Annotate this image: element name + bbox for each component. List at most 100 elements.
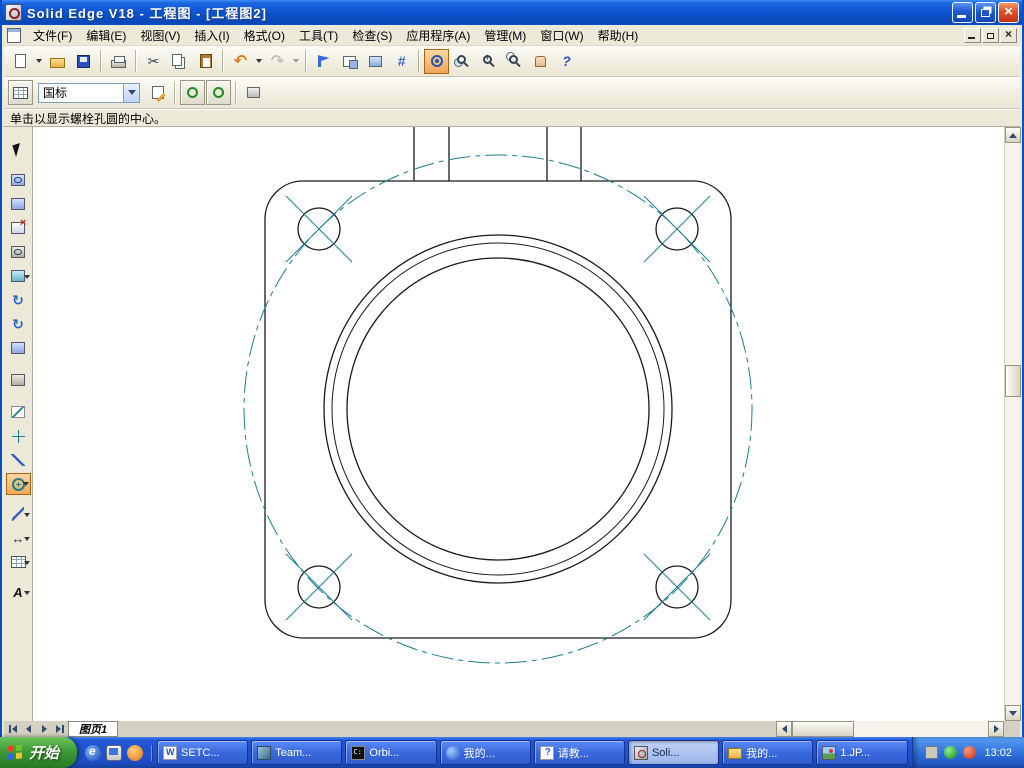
drawing-canvas[interactable] (33, 127, 1010, 721)
sheet-setup-button[interactable] (337, 49, 362, 74)
view-wizard-button[interactable] (6, 169, 31, 191)
center-mark-icon (11, 429, 25, 443)
context-help-button[interactable] (554, 49, 579, 74)
table-button[interactable] (8, 80, 33, 105)
bolt-circle-tool-button[interactable] (5, 473, 31, 495)
menu-edit[interactable]: 编辑(E) (79, 24, 133, 47)
scroll-down-button[interactable] (1005, 705, 1021, 721)
drawing-view-button[interactable] (6, 313, 31, 335)
redo-button[interactable] (265, 49, 290, 74)
menu-inspect[interactable]: 检查(S) (345, 24, 399, 47)
close-button[interactable] (998, 2, 1019, 23)
show-desktop-icon[interactable] (106, 744, 123, 761)
menu-file[interactable]: 文件(F) (26, 24, 79, 47)
scroll-left-button[interactable] (776, 721, 792, 737)
center-ring-button-1[interactable] (180, 80, 205, 105)
select-tool-button[interactable] (6, 139, 31, 161)
vertical-scroll-thumb[interactable] (1005, 365, 1021, 397)
undo-dropdown[interactable] (254, 50, 264, 72)
tray-icon-1[interactable] (925, 746, 939, 759)
internet-explorer-icon[interactable] (85, 744, 102, 761)
center-mark-button[interactable] (6, 425, 31, 447)
minimize-button[interactable] (952, 2, 973, 23)
first-sheet-button[interactable] (4, 721, 20, 737)
new-button[interactable] (8, 49, 33, 74)
last-sheet-button[interactable] (52, 721, 68, 737)
separator (305, 50, 307, 72)
open-button[interactable] (45, 49, 70, 74)
redo-dropdown[interactable] (291, 50, 301, 72)
cut-button[interactable] (141, 49, 166, 74)
combo-dropdown-button[interactable] (123, 83, 139, 102)
last-view-button[interactable] (311, 49, 336, 74)
prev-sheet-button[interactable] (20, 721, 36, 737)
background-sheet-button[interactable] (363, 49, 388, 74)
next-sheet-button[interactable] (36, 721, 52, 737)
principal-view-button[interactable] (6, 193, 31, 215)
menu-tools[interactable]: 工具(T) (292, 24, 345, 47)
fit-sheet-button[interactable] (502, 49, 527, 74)
mdi-minimize-button[interactable] (964, 27, 981, 43)
style-edit-button[interactable] (145, 80, 170, 105)
scroll-right-button[interactable] (988, 721, 1004, 737)
parts-list-button[interactable] (6, 369, 31, 391)
task-orbi[interactable]: Orbi... (345, 740, 437, 765)
copy-icon (171, 53, 182, 66)
task-team[interactable]: Team... (251, 740, 343, 765)
new-dropdown[interactable] (34, 50, 44, 72)
print-button[interactable] (106, 49, 131, 74)
save-button[interactable] (71, 49, 96, 74)
task-mydocs-2[interactable]: 我的... (722, 740, 814, 765)
paste-button[interactable] (193, 49, 218, 74)
mdi-close-button[interactable] (1000, 27, 1017, 43)
restore-button[interactable] (975, 2, 996, 23)
horizontal-scroll-thumb[interactable] (792, 721, 854, 737)
task-qingjiao[interactable]: 请教... (533, 740, 625, 765)
sheet-align-button[interactable] (6, 337, 31, 359)
undo-button[interactable] (228, 49, 253, 74)
start-button[interactable]: 开始 (0, 737, 78, 768)
tray-icon-3[interactable] (963, 746, 977, 759)
detail-view-button[interactable] (6, 241, 31, 263)
arrow-left-icon (25, 725, 31, 733)
zoom-in-button[interactable] (476, 49, 501, 74)
vertical-scrollbar[interactable] (1004, 127, 1021, 721)
connector-button[interactable] (6, 503, 31, 525)
update-views-button[interactable] (6, 289, 31, 311)
center-ring-button-2[interactable] (206, 80, 231, 105)
titlebar[interactable]: Solid Edge V18 - 工程图 - [工程图2] (2, 0, 1022, 25)
zoom-area-button[interactable] (450, 49, 475, 74)
dimension-style-combo[interactable]: 国标 (38, 82, 140, 103)
menu-help[interactable]: 帮助(H) (591, 24, 646, 47)
task-image[interactable]: 1.JP... (816, 740, 908, 765)
angle-line-button[interactable] (6, 449, 31, 471)
horizontal-scrollbar[interactable] (776, 721, 1004, 737)
mdi-restore-button[interactable] (982, 27, 999, 43)
sheet-tab[interactable]: 图页1 (68, 721, 119, 737)
pan-button[interactable] (528, 49, 553, 74)
menu-view[interactable]: 视图(V) (133, 24, 187, 47)
tray-icon-2[interactable] (944, 746, 958, 759)
menu-insert[interactable]: 插入(I) (187, 24, 236, 47)
section-view-button[interactable] (6, 217, 31, 239)
smart-dimension-button[interactable] (6, 527, 31, 549)
views-flyout-button[interactable] (6, 265, 31, 287)
scroll-up-button[interactable] (1005, 127, 1021, 143)
bolt-hole-circle-button[interactable] (424, 48, 449, 74)
menu-window[interactable]: 窗口(W) (533, 24, 590, 47)
menu-applications[interactable]: 应用程序(A) (399, 24, 477, 47)
grid-button[interactable] (389, 49, 414, 74)
text-tool-button[interactable] (6, 581, 31, 603)
options-button[interactable] (241, 80, 266, 105)
centerline-button[interactable] (6, 401, 31, 423)
mdi-child-icon[interactable] (7, 27, 21, 43)
copy-button[interactable] (167, 49, 192, 74)
task-setc[interactable]: SETC... (157, 740, 249, 765)
menu-format[interactable]: 格式(O) (237, 24, 292, 47)
media-player-icon[interactable] (127, 744, 144, 761)
menu-manage[interactable]: 管理(M) (477, 24, 533, 47)
horizontal-scroll-track[interactable] (854, 721, 988, 737)
task-mydocs-1[interactable]: 我的... (439, 740, 531, 765)
task-solid-edge-active[interactable]: Soli... (627, 740, 720, 765)
table-tool-button[interactable] (6, 551, 31, 573)
